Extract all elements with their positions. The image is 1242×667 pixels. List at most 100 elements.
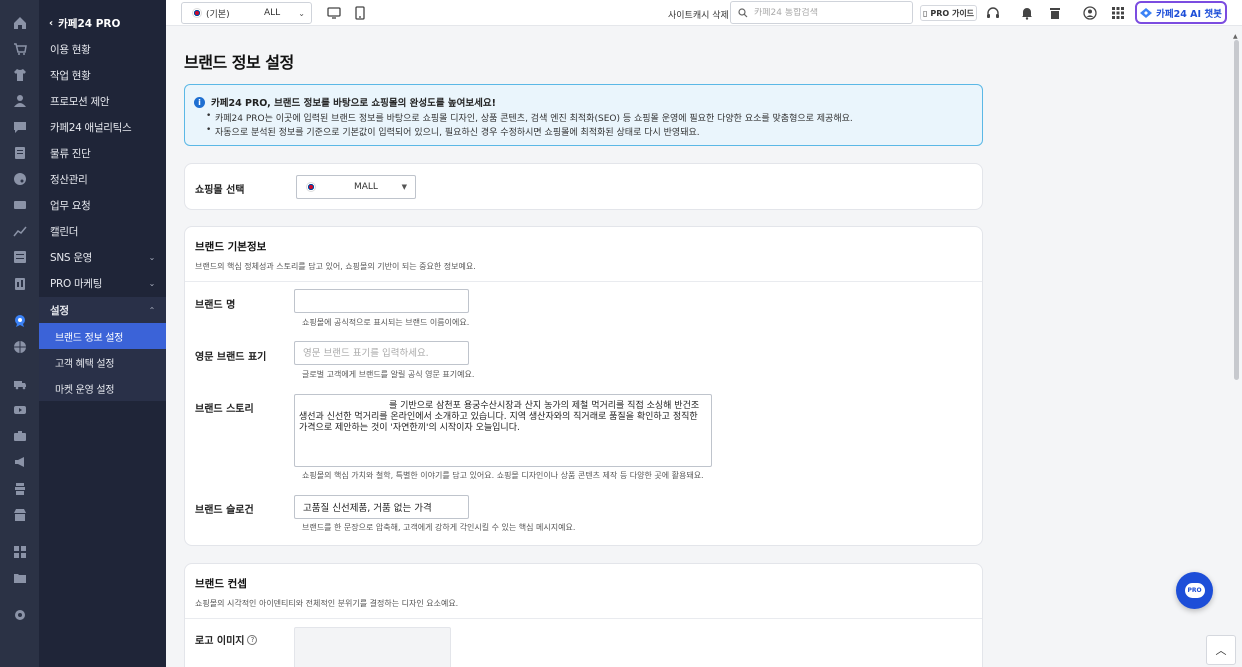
search-icon	[738, 7, 748, 17]
board-icon[interactable]	[13, 146, 27, 160]
bookmark-icon[interactable]	[1048, 6, 1062, 20]
megaphone-icon[interactable]	[13, 455, 27, 469]
section-title: 브랜드 컨셉	[195, 578, 247, 590]
back-label: 카페24 PRO	[58, 17, 121, 30]
headset-icon[interactable]	[986, 6, 1000, 20]
logo-image-label: 로고 이미지 ?	[195, 632, 258, 647]
back-link[interactable]: ‹ 카페24 PRO	[49, 16, 120, 30]
video-icon[interactable]	[13, 403, 27, 417]
scroll-up-arrow-icon[interactable]: ▲	[1233, 33, 1238, 40]
eng-brand-help: 글로벌 고객에게 브랜드를 알릴 공식 영문 표기예요.	[302, 370, 475, 379]
account-icon[interactable]	[1083, 6, 1097, 20]
palette-icon[interactable]	[13, 172, 27, 186]
briefcase-icon[interactable]	[13, 429, 27, 443]
notice-line: 자동으로 분석된 정보를 기준으로 기본값이 입력되어 있으니, 필요하신 경우…	[206, 125, 700, 138]
store-icon[interactable]	[13, 508, 27, 522]
brand-slogan-input[interactable]	[294, 495, 469, 519]
sidebar-subitem-market-ops[interactable]: 마켓 운영 설정	[39, 375, 166, 401]
truck-icon[interactable]	[13, 377, 27, 391]
sidebar-item-request[interactable]: 업무 요청	[39, 193, 166, 217]
mall-select-label: 쇼핑몰 선택	[195, 185, 245, 196]
cart-icon[interactable]	[13, 42, 27, 56]
ai-chatbot-label: 카페24 AI 챗봇	[1156, 8, 1222, 20]
stack-icon[interactable]	[13, 482, 27, 496]
divider	[185, 281, 982, 282]
korea-flag-icon	[306, 182, 316, 192]
brand-story-textarea[interactable]	[294, 394, 712, 467]
chevron-up-icon: ︿	[1215, 644, 1227, 657]
apps-grid-icon[interactable]	[1111, 6, 1125, 20]
sidebar-item-label: 브랜드 정보 설정	[55, 332, 124, 344]
brand-name-help: 쇼핑몰에 공식적으로 표시되는 브랜드 이름이에요.	[302, 318, 470, 327]
sidebar-item-settings[interactable]: 설정 ⌃	[39, 297, 166, 323]
eng-brand-input[interactable]	[294, 341, 469, 365]
scroll-top-button[interactable]: ︿	[1206, 635, 1236, 665]
sidebar-item-logistics[interactable]: 물류 진단	[39, 141, 166, 165]
sidebar-item-work-status[interactable]: 작업 현황	[39, 63, 166, 87]
cache-delete-link[interactable]: 사이트캐시 삭제	[668, 8, 729, 21]
ai-chatbot-button[interactable]: 카페24 AI 챗봇	[1135, 1, 1227, 24]
sidebar-item-usage[interactable]: 이용 현황	[39, 37, 166, 61]
mall-select-dropdown[interactable]: MALL ▼	[296, 175, 416, 199]
section-description: 쇼핑몰의 시각적인 아이덴티티와 전체적인 분위기를 결정하는 디자인 요소예요…	[195, 599, 459, 608]
search-input[interactable]	[754, 7, 904, 18]
user-icon[interactable]	[13, 94, 27, 108]
bell-icon[interactable]	[1020, 6, 1034, 20]
icon-rail	[0, 0, 39, 667]
mobile-view-icon[interactable]	[353, 6, 367, 20]
pro-badge-icon[interactable]	[13, 314, 27, 328]
mall-selector[interactable]: (기본) ALL ⌄	[181, 2, 312, 24]
chevron-down-icon: ⌄	[148, 278, 156, 288]
brand-slogan-label: 브랜드 슬로건	[195, 505, 254, 516]
sidebar-item-label: 마켓 운영 설정	[55, 384, 115, 396]
folder-icon[interactable]	[13, 571, 27, 585]
brand-story-help: 쇼핑몰의 핵심 가치와 철학, 특별한 이야기를 담고 있어요. 쇼핑몰 디자인…	[302, 471, 704, 480]
sidebar-item-pro-marketing[interactable]: PRO 마케팅 ⌄	[39, 271, 166, 295]
logo-upload-area[interactable]	[294, 627, 451, 667]
sidebar-item-label: 작업 현황	[50, 69, 91, 82]
logo-image-label-text: 로고 이미지	[195, 636, 245, 647]
desktop-view-icon[interactable]	[327, 6, 341, 20]
mall-value: ALL	[264, 8, 281, 18]
info-notice: i 카페24 PRO, 브랜드 정보를 바탕으로 쇼핑몰의 완성도를 높여보세요…	[184, 84, 983, 146]
scrollbar-thumb[interactable]	[1234, 40, 1239, 380]
sidebar-subitem-customer-benefit[interactable]: 고객 혜택 설정	[39, 349, 166, 375]
page-title: 브랜드 정보 설정	[184, 53, 294, 72]
coupon-icon[interactable]	[13, 198, 27, 212]
sidebar-item-settlement[interactable]: 정산관리	[39, 167, 166, 191]
sidebar-subitem-brand-info[interactable]: 브랜드 정보 설정	[39, 323, 166, 349]
doc-icon: ▯	[922, 8, 928, 18]
sidebar-item-promotion[interactable]: 프로모션 제안	[39, 89, 166, 113]
mall-select-value: MALL	[354, 182, 378, 192]
pro-guide-button[interactable]: ▯ PRO 가이드	[920, 5, 977, 21]
brand-name-input[interactable]	[294, 289, 469, 313]
sidebar-item-calendar[interactable]: 캘린더	[39, 219, 166, 243]
table-icon[interactable]	[13, 250, 27, 264]
home-icon[interactable]	[13, 16, 27, 30]
help-icon[interactable]: ?	[247, 634, 258, 645]
gear-icon[interactable]	[13, 608, 27, 622]
report-icon[interactable]	[13, 277, 27, 291]
notice-heading-text: 카페24 PRO, 브랜드 정보를 바탕으로 쇼핑몰의 완성도를 높여보세요!	[211, 98, 496, 109]
section-description: 브랜드의 핵심 정체성과 스토리를 담고 있어, 쇼핑몰의 기반이 되는 중요한…	[195, 262, 476, 271]
top-bar: (기본) ALL ⌄ 사이트캐시 삭제 ▯ PRO 가이드 카페24 AI 챗봇	[166, 0, 1242, 26]
chat-icon[interactable]	[13, 120, 27, 134]
ai-chatbot-icon	[1140, 7, 1153, 18]
pro-chat-fab[interactable]: PRO	[1176, 572, 1213, 609]
chevron-left-icon: ‹	[49, 17, 54, 29]
sidebar-item-label: SNS 운영	[50, 251, 93, 264]
notice-line: 카페24 PRO는 이곳에 입력된 브랜드 정보를 바탕으로 쇼핑몰 디자인, …	[206, 111, 853, 124]
sidebar-item-sns[interactable]: SNS 운영 ⌄	[39, 245, 166, 269]
global-search[interactable]	[730, 1, 913, 24]
chart-line-icon[interactable]	[13, 224, 27, 238]
shirt-icon[interactable]	[13, 68, 27, 82]
brand-basic-card: 브랜드 기본정보 브랜드의 핵심 정체성과 스토리를 담고 있어, 쇼핑몰의 기…	[184, 226, 983, 546]
chevron-down-icon: ⌄	[298, 8, 305, 18]
globe-icon[interactable]	[13, 340, 27, 354]
pro-fab-label: PRO	[1187, 587, 1202, 594]
apps-icon[interactable]	[13, 545, 27, 559]
chevron-up-icon: ⌃	[148, 305, 156, 315]
sidebar-item-label: 캘린더	[50, 225, 79, 238]
sidebar-item-label: 정산관리	[50, 173, 88, 186]
sidebar-item-analytics[interactable]: 카페24 애널리틱스	[39, 115, 166, 139]
